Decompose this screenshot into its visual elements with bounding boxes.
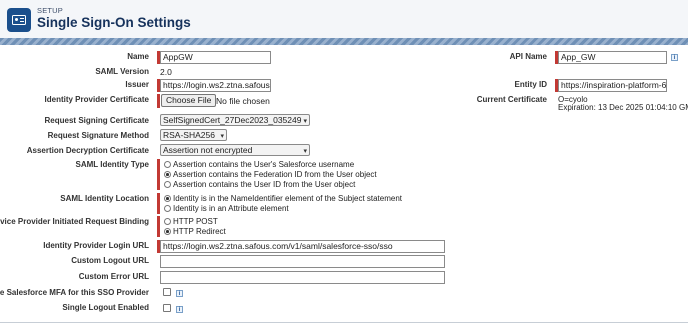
certificate-expiration: Expiration: 13 Dec 2025 01:04:10 GMT: [558, 103, 688, 112]
required-indicator: [157, 193, 160, 214]
identity-type-option[interactable]: Assertion contains the User's Salesforce…: [164, 160, 354, 169]
signature-method-value: RSA-SHA256: [163, 130, 215, 140]
issuer-input[interactable]: https://login.ws2.ztna.safous.: [160, 79, 271, 92]
identity-location-option[interactable]: Identity is in an Attribute element: [164, 204, 289, 213]
api-name-input[interactable]: App_GW: [558, 51, 667, 64]
page-header: SETUP Single Sign-On Settings: [0, 0, 688, 38]
login-url-label: Identity Provider Login URL: [43, 241, 149, 250]
signing-certificate-value: SelfSignedCert_27Dec2023_035249: [163, 115, 302, 125]
issuer-label: Issuer: [125, 80, 149, 89]
file-status: No file chosen: [216, 96, 270, 106]
page-title: Single Sign-On Settings: [37, 15, 191, 30]
identity-type-label: SAML Identity Type: [75, 160, 150, 169]
option-label: Assertion contains the User's Salesforce…: [173, 160, 355, 169]
chevron-down-icon: ▾: [303, 148, 307, 155]
current-certificate-label: Current Certificate: [476, 95, 547, 104]
option-label: Identity is in an Attribute element: [173, 204, 289, 213]
saml-version-value: 2.0: [160, 67, 172, 77]
radio-button[interactable]: [164, 181, 171, 188]
option-label: HTTP POST: [173, 217, 218, 226]
radio-button[interactable]: [164, 218, 171, 225]
identity-type-option[interactable]: Assertion contains the Federation ID fro…: [164, 170, 377, 179]
breadcrumb: SETUP: [37, 6, 64, 15]
option-label: Assertion contains the Federation ID fro…: [173, 170, 377, 179]
request-binding-label: Service Provider Initiated Request Bindi…: [0, 217, 149, 226]
option-label: Identity is in the NameIdentifier elemen…: [173, 194, 403, 203]
identity-type-option[interactable]: Assertion contains the User ID from the …: [164, 180, 355, 189]
signature-method-label: Request Signature Method: [47, 131, 149, 140]
radio-button-selected[interactable]: [164, 171, 171, 178]
required-indicator: [157, 216, 160, 237]
divider: [0, 322, 688, 323]
login-url-input[interactable]: https://login.ws2.ztna.safous.com/v1/sam…: [160, 240, 445, 253]
entity-id-input[interactable]: https://inspiration-platform-67: [558, 79, 667, 92]
api-name-label: API Name: [509, 52, 547, 61]
entity-id-label: Entity ID: [514, 80, 547, 89]
single-logout-label: Single Logout Enabled: [62, 303, 149, 312]
decryption-certificate-value: Assertion not encrypted: [163, 145, 253, 155]
option-label: HTTP Redirect: [173, 227, 226, 236]
mfa-checkbox[interactable]: [163, 288, 171, 296]
single-logout-checkbox[interactable]: [163, 304, 171, 312]
choose-file-button[interactable]: Choose File: [161, 94, 217, 107]
name-label: Name: [127, 52, 149, 61]
mfa-label: Use Salesforce MFA for this SSO Provider: [0, 288, 149, 297]
chevron-down-icon: ▾: [303, 118, 307, 125]
info-icon[interactable]: i: [176, 306, 183, 313]
required-indicator: [157, 94, 160, 108]
binding-option[interactable]: HTTP POST: [164, 217, 218, 226]
option-label: Assertion contains the User ID from the …: [173, 180, 356, 189]
signing-certificate-select[interactable]: SelfSignedCert_27Dec2023_035249 ▾: [160, 114, 310, 126]
header-stripe: [0, 38, 688, 45]
id-card-icon: [7, 8, 31, 32]
saml-version-label: SAML Version: [95, 67, 149, 76]
info-icon[interactable]: i: [671, 54, 678, 61]
identity-location-option[interactable]: Identity is in the NameIdentifier elemen…: [164, 194, 402, 203]
identity-location-label: SAML Identity Location: [60, 194, 149, 203]
chevron-down-icon: ▾: [220, 133, 224, 140]
error-url-input[interactable]: [160, 271, 445, 284]
name-input[interactable]: AppGW: [160, 51, 271, 64]
radio-button[interactable]: [164, 161, 171, 168]
radio-button-selected[interactable]: [164, 228, 171, 235]
required-indicator: [157, 159, 160, 190]
info-icon[interactable]: i: [176, 290, 183, 297]
idp-certificate-label: Identity Provider Certificate: [44, 95, 149, 104]
logout-url-input[interactable]: [160, 255, 445, 268]
signature-method-select[interactable]: RSA-SHA256 ▾: [160, 129, 227, 141]
decryption-certificate-label: Assertion Decryption Certificate: [26, 146, 149, 155]
decryption-certificate-select[interactable]: Assertion not encrypted ▾: [160, 144, 310, 156]
error-url-label: Custom Error URL: [78, 272, 149, 281]
radio-button[interactable]: [164, 205, 171, 212]
radio-button-selected[interactable]: [164, 195, 171, 202]
binding-option[interactable]: HTTP Redirect: [164, 227, 226, 236]
logout-url-label: Custom Logout URL: [71, 256, 149, 265]
signing-certificate-label: Request Signing Certificate: [44, 116, 149, 125]
